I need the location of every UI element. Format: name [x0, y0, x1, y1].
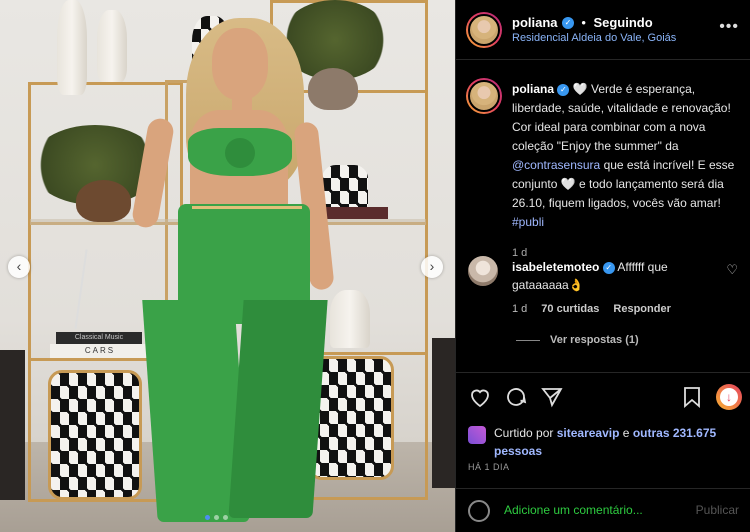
save-bookmark-icon[interactable]	[680, 385, 704, 409]
woman-face	[212, 28, 268, 100]
liked-by-prefix: Curtido por	[494, 426, 554, 440]
view-replies-label[interactable]: Ver respostas (1)	[550, 334, 639, 346]
post-photo[interactable]: Classical Music CARS ‹ ›	[0, 0, 455, 532]
reply-button[interactable]: Responder	[613, 303, 670, 315]
liker-avatar[interactable]	[468, 426, 486, 444]
location-link[interactable]: Residencial Aldeia do Vale, Goiás	[512, 32, 676, 44]
commenter-avatar[interactable]	[468, 256, 498, 286]
cabinet	[432, 338, 455, 488]
caption-heart-emoji-2: 🤍	[560, 177, 576, 191]
caption-avatar[interactable]	[466, 78, 502, 114]
post-caption: poliana ✓ 🤍 Verde é esperança, liberdade…	[512, 80, 740, 263]
book-cars: CARS	[50, 344, 150, 358]
liker-username[interactable]: siteareavip	[557, 426, 620, 440]
horse-sculpture	[330, 290, 370, 348]
add-comment-bar: Adicione um comentário... Publicar	[456, 488, 750, 532]
book-classical: Classical Music	[56, 332, 142, 344]
caption-heart-emoji: 🤍	[572, 82, 588, 96]
follow-separator: •	[581, 15, 586, 30]
glass-vase	[57, 0, 87, 95]
post-header: poliana ✓ • Seguindo Residencial Aldeia …	[456, 0, 750, 60]
comment-meta: 1 d 70 curtidas Responder	[512, 303, 671, 315]
commenter-username[interactable]: isabeletemoteo	[512, 260, 599, 274]
download-icon[interactable]: ↓	[716, 384, 742, 410]
publish-button[interactable]: Publicar	[696, 503, 739, 517]
carousel-dot	[205, 515, 210, 520]
mention-link[interactable]: @contrasensura	[512, 158, 600, 172]
book-stack	[318, 207, 388, 219]
likes-and: e	[622, 426, 630, 440]
likes-summary: Curtido por siteareavip e outras 231.675…	[468, 424, 734, 460]
plant-pot	[76, 180, 131, 222]
chain-belt	[192, 206, 302, 209]
patterned-jar	[322, 165, 368, 210]
pants-leg-right	[228, 300, 328, 518]
comment-time[interactable]: 1 d	[512, 303, 527, 315]
hashtag-link[interactable]: #publi	[512, 215, 544, 229]
glass-vase	[97, 10, 127, 82]
comment: isabeletemoteo ✓ Affffff que gataaaaaa👌	[512, 258, 712, 294]
posted-time[interactable]: HÁ 1 DIA	[468, 462, 510, 472]
caption-username[interactable]: poliana	[512, 82, 554, 96]
verified-badge-icon: ✓	[561, 16, 574, 29]
like-heart-icon[interactable]	[468, 385, 492, 409]
share-icon[interactable]	[540, 385, 564, 409]
carousel-dot	[214, 515, 219, 520]
comment-likes[interactable]: 70 curtidas	[541, 303, 599, 315]
comment-icon[interactable]	[504, 385, 528, 409]
comment-input[interactable]: Adicione um comentário...	[504, 503, 643, 517]
view-replies[interactable]: Ver respostas (1)	[516, 334, 639, 346]
previous-photo-button[interactable]: ‹	[8, 256, 30, 278]
verified-badge-icon: ✓	[602, 261, 615, 274]
post-details-panel: poliana ✓ • Seguindo Residencial Aldeia …	[455, 0, 750, 532]
following-button[interactable]: Seguindo	[593, 15, 652, 30]
patterned-drum	[48, 370, 142, 500]
comment-like-icon[interactable]: ♡	[726, 262, 738, 278]
next-photo-button[interactable]: ›	[421, 256, 443, 278]
plant-pot	[308, 68, 358, 110]
carousel-dot	[223, 515, 228, 520]
verified-badge-icon: ✓	[557, 83, 570, 96]
cabinet	[0, 350, 25, 500]
emoji-picker-icon[interactable]	[468, 500, 490, 522]
author-username[interactable]: poliana	[512, 15, 558, 30]
action-bar: ↓	[456, 372, 750, 420]
carousel-dots	[205, 515, 228, 520]
more-options-icon[interactable]: •••	[719, 18, 739, 36]
top-knot	[225, 138, 255, 168]
author-avatar[interactable]	[466, 12, 502, 48]
